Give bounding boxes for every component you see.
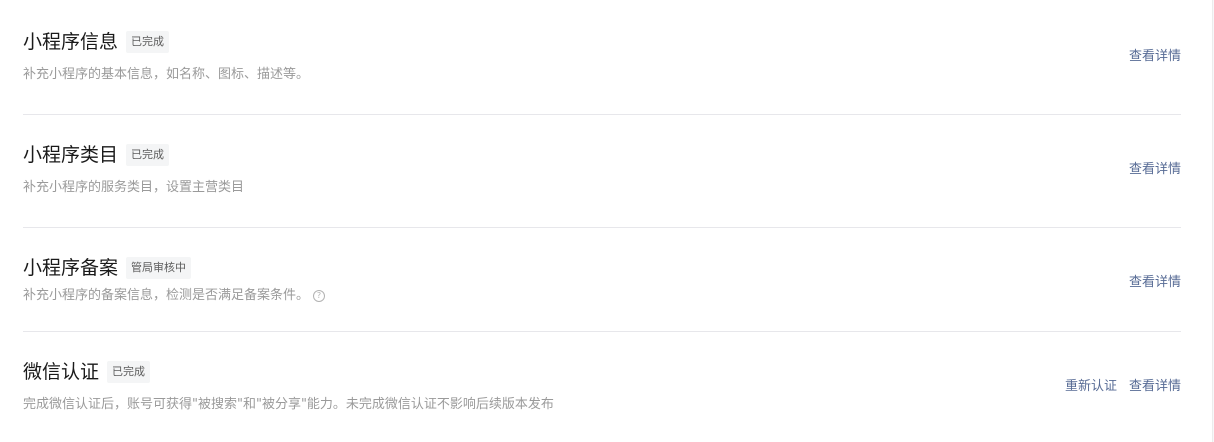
section-description-text: 补充小程序的基本信息，如名称、图标、描述等。	[23, 67, 310, 82]
section-miniprogram-filing: 小程序备案 管局审核中 补充小程序的备案信息，检测是否满足备案条件。 ? 查看详…	[23, 256, 1181, 312]
divider	[23, 227, 1181, 228]
section-wechat-verification: 微信认证 已完成 完成微信认证后，账号可获得"被搜索"和"被分享"能力。未完成微…	[23, 360, 1181, 420]
section-description-text: 补充小程序的备案信息，检测是否满足备案条件。	[23, 288, 310, 303]
section-title-line: 小程序备案 管局审核中	[23, 256, 192, 280]
section-title-line: 小程序类目 已完成	[23, 143, 170, 167]
status-badge: 管局审核中	[126, 257, 192, 279]
section-description-text: 完成微信认证后，账号可获得"被搜索"和"被分享"能力。未完成微信认证不影响后续版…	[23, 397, 554, 412]
question-circle-icon[interactable]: ?	[313, 290, 326, 302]
section-miniprogram-category: 小程序类目 已完成 补充小程序的服务类目，设置主营类目 查看详情	[23, 143, 1181, 203]
view-detail-link[interactable]: 查看详情	[1129, 48, 1181, 66]
status-badge: 已完成	[107, 361, 151, 383]
section-description: 完成微信认证后，账号可获得"被搜索"和"被分享"能力。未完成微信认证不影响后续版…	[23, 396, 554, 414]
section-actions: 重新认证 查看详情	[1065, 378, 1181, 396]
setup-panel: 小程序信息 已完成 补充小程序的基本信息，如名称、图标、描述等。 查看详情 小程…	[0, 0, 1213, 442]
divider	[23, 331, 1181, 332]
section-title-line: 小程序信息 已完成	[23, 30, 170, 54]
section-title: 小程序信息	[23, 31, 119, 53]
status-badge: 已完成	[126, 144, 170, 166]
section-actions: 查看详情	[1129, 161, 1181, 179]
divider	[23, 114, 1181, 115]
section-actions: 查看详情	[1129, 48, 1181, 66]
status-badge: 已完成	[126, 31, 170, 53]
section-title: 微信认证	[23, 361, 100, 383]
section-description-text: 补充小程序的服务类目，设置主营类目	[23, 180, 245, 195]
section-description: 补充小程序的备案信息，检测是否满足备案条件。 ?	[23, 287, 326, 305]
section-description: 补充小程序的服务类目，设置主营类目	[23, 179, 244, 197]
reauth-link[interactable]: 重新认证	[1065, 378, 1117, 396]
view-detail-link[interactable]: 查看详情	[1129, 161, 1181, 179]
section-miniprogram-info: 小程序信息 已完成 补充小程序的基本信息，如名称、图标、描述等。 查看详情	[23, 30, 1181, 90]
section-title: 小程序类目	[23, 144, 119, 166]
section-title-line: 微信认证 已完成	[23, 360, 151, 384]
view-detail-link[interactable]: 查看详情	[1129, 274, 1181, 292]
section-actions: 查看详情	[1129, 274, 1181, 292]
section-title: 小程序备案	[23, 257, 119, 279]
section-description: 补充小程序的基本信息，如名称、图标、描述等。	[23, 66, 309, 84]
view-detail-link[interactable]: 查看详情	[1129, 378, 1181, 396]
